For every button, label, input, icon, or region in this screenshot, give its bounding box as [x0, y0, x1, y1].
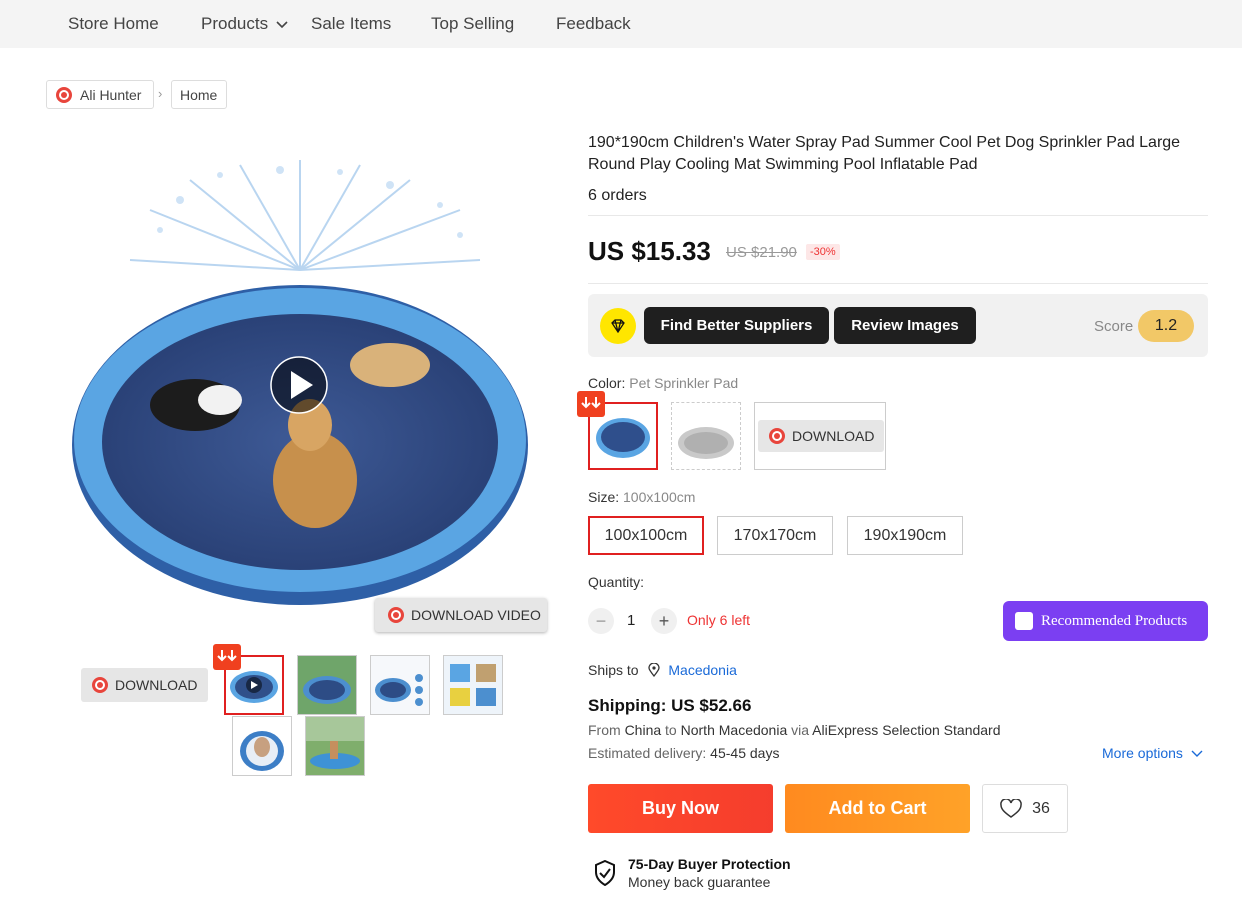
- breadcrumb-home[interactable]: Home: [171, 80, 227, 109]
- color-download-box: DOWNLOAD: [754, 402, 886, 470]
- heart-icon: [1000, 798, 1022, 818]
- from-country: China: [624, 722, 662, 738]
- divider: [588, 283, 1208, 284]
- product-price: US $15.33: [588, 236, 711, 266]
- color-label-text: Color:: [588, 375, 626, 391]
- quantity-value[interactable]: 1: [627, 612, 635, 629]
- thumbnail-2[interactable]: [297, 655, 357, 715]
- ali-hunter-logo-icon: [56, 86, 72, 103]
- buyer-protection-subtitle: Money back guarantee: [628, 874, 771, 890]
- download-color-label: DOWNLOAD: [792, 428, 875, 444]
- buy-now-button[interactable]: Buy Now: [588, 784, 773, 833]
- wishlist-count: 36: [1032, 799, 1050, 817]
- thumbnail-3[interactable]: [370, 655, 430, 715]
- download-images-label: DOWNLOAD: [115, 677, 198, 693]
- breadcrumb-store[interactable]: Ali Hunter: [46, 80, 154, 109]
- size-option-100[interactable]: 100x100cm: [588, 516, 704, 555]
- nav-products-label: Products: [201, 14, 269, 33]
- shipping-route: From China to North Macedonia via AliExp…: [588, 722, 1001, 738]
- chevron-down-icon: [276, 20, 288, 28]
- divider: [588, 215, 1208, 216]
- chevron-down-icon: [1191, 750, 1203, 757]
- color-label: Color: Pet Sprinkler Pad: [588, 375, 738, 391]
- thumbnail-4[interactable]: [443, 655, 503, 715]
- ships-to-label: Ships to: [588, 662, 639, 678]
- more-options-link[interactable]: More options: [1102, 745, 1203, 761]
- estimated-delivery: Estimated delivery: 45-45 days: [588, 745, 779, 761]
- nav-sale-items[interactable]: Sale Items: [311, 14, 391, 34]
- score-badge: 1.2: [1138, 310, 1194, 342]
- product-title: 190*190cm Children's Water Spray Pad Sum…: [588, 134, 1181, 173]
- size-option-190[interactable]: 190x190cm: [847, 516, 963, 555]
- carrier: AliExpress Selection Standard: [812, 722, 1001, 738]
- estimated-delivery-value: 45-45 days: [710, 745, 780, 761]
- download-video-label: DOWNLOAD VIDEO: [411, 607, 541, 623]
- diamond-icon[interactable]: [600, 308, 636, 344]
- discount-badge: -30%: [806, 244, 840, 260]
- color-option-grey[interactable]: [671, 402, 741, 470]
- quantity-label: Quantity:: [588, 574, 645, 590]
- add-to-cart-button[interactable]: Add to Cart: [785, 784, 970, 833]
- download-badge-icon[interactable]: [213, 644, 241, 670]
- from-prefix: From: [588, 722, 621, 738]
- shipping-cost: Shipping: US $52.66: [588, 696, 752, 715]
- more-options-label: More options: [1102, 745, 1183, 761]
- ali-hunter-logo-icon: [388, 607, 404, 623]
- review-images-button[interactable]: Review Images: [834, 307, 976, 344]
- ali-hunter-logo-icon: [92, 677, 108, 693]
- download-images-button[interactable]: DOWNLOAD: [81, 668, 208, 702]
- find-better-suppliers-button[interactable]: Find Better Suppliers: [644, 307, 829, 344]
- tag-icon: [1015, 612, 1033, 630]
- download-video-button[interactable]: DOWNLOAD VIDEO: [375, 598, 547, 632]
- recommended-products-button[interactable]: Recommended Products: [1003, 601, 1208, 641]
- nav-top-selling[interactable]: Top Selling: [431, 14, 514, 34]
- location-pin-icon: [648, 662, 661, 678]
- breadcrumb-home-label: Home: [180, 86, 218, 103]
- to-country: North Macedonia: [680, 722, 788, 738]
- ships-to: Ships to Macedonia: [588, 662, 737, 678]
- ships-to-country[interactable]: Macedonia: [668, 662, 737, 678]
- size-selected-value: 100x100cm: [623, 489, 696, 505]
- download-color-images-button[interactable]: DOWNLOAD: [758, 420, 884, 452]
- nav-store-home[interactable]: Store Home: [68, 14, 159, 34]
- shield-check-icon: [595, 860, 615, 886]
- quantity-decrease-button[interactable]: −: [588, 608, 614, 634]
- buyer-protection-title: 75-Day Buyer Protection: [628, 856, 791, 872]
- wishlist-button[interactable]: 36: [982, 784, 1068, 833]
- score-label: Score: [1094, 318, 1134, 335]
- orders-count: 6 orders: [588, 187, 647, 204]
- estimated-delivery-label: Estimated delivery:: [588, 745, 707, 761]
- ali-hunter-logo-icon: [769, 428, 785, 444]
- breadcrumb-separator: ›: [158, 86, 163, 101]
- size-label: Size: 100x100cm: [588, 489, 695, 505]
- to-prefix: to: [665, 722, 677, 738]
- thumbnail-6[interactable]: [305, 716, 365, 776]
- size-label-text: Size:: [588, 489, 620, 505]
- recommended-products-label: Recommended Products: [1041, 612, 1188, 629]
- nav-products[interactable]: Products: [201, 14, 288, 34]
- quantity-increase-button[interactable]: +: [651, 608, 677, 634]
- stock-note: Only 6 left: [687, 612, 751, 628]
- nav-feedback[interactable]: Feedback: [556, 14, 631, 34]
- color-selected-value: Pet Sprinkler Pad: [629, 375, 739, 391]
- supplier-toolbar: Find Better Suppliers Review Images Scor…: [588, 294, 1208, 357]
- product-main-image[interactable]: [60, 150, 540, 620]
- breadcrumb-store-label: Ali Hunter: [80, 86, 142, 103]
- size-option-170[interactable]: 170x170cm: [717, 516, 833, 555]
- original-price: US $21.90: [726, 244, 797, 261]
- thumbnail-5[interactable]: [232, 716, 292, 776]
- top-nav: Store Home Products Sale Items Top Selli…: [0, 0, 1242, 48]
- download-badge-icon[interactable]: [577, 391, 605, 417]
- via-prefix: via: [791, 722, 810, 738]
